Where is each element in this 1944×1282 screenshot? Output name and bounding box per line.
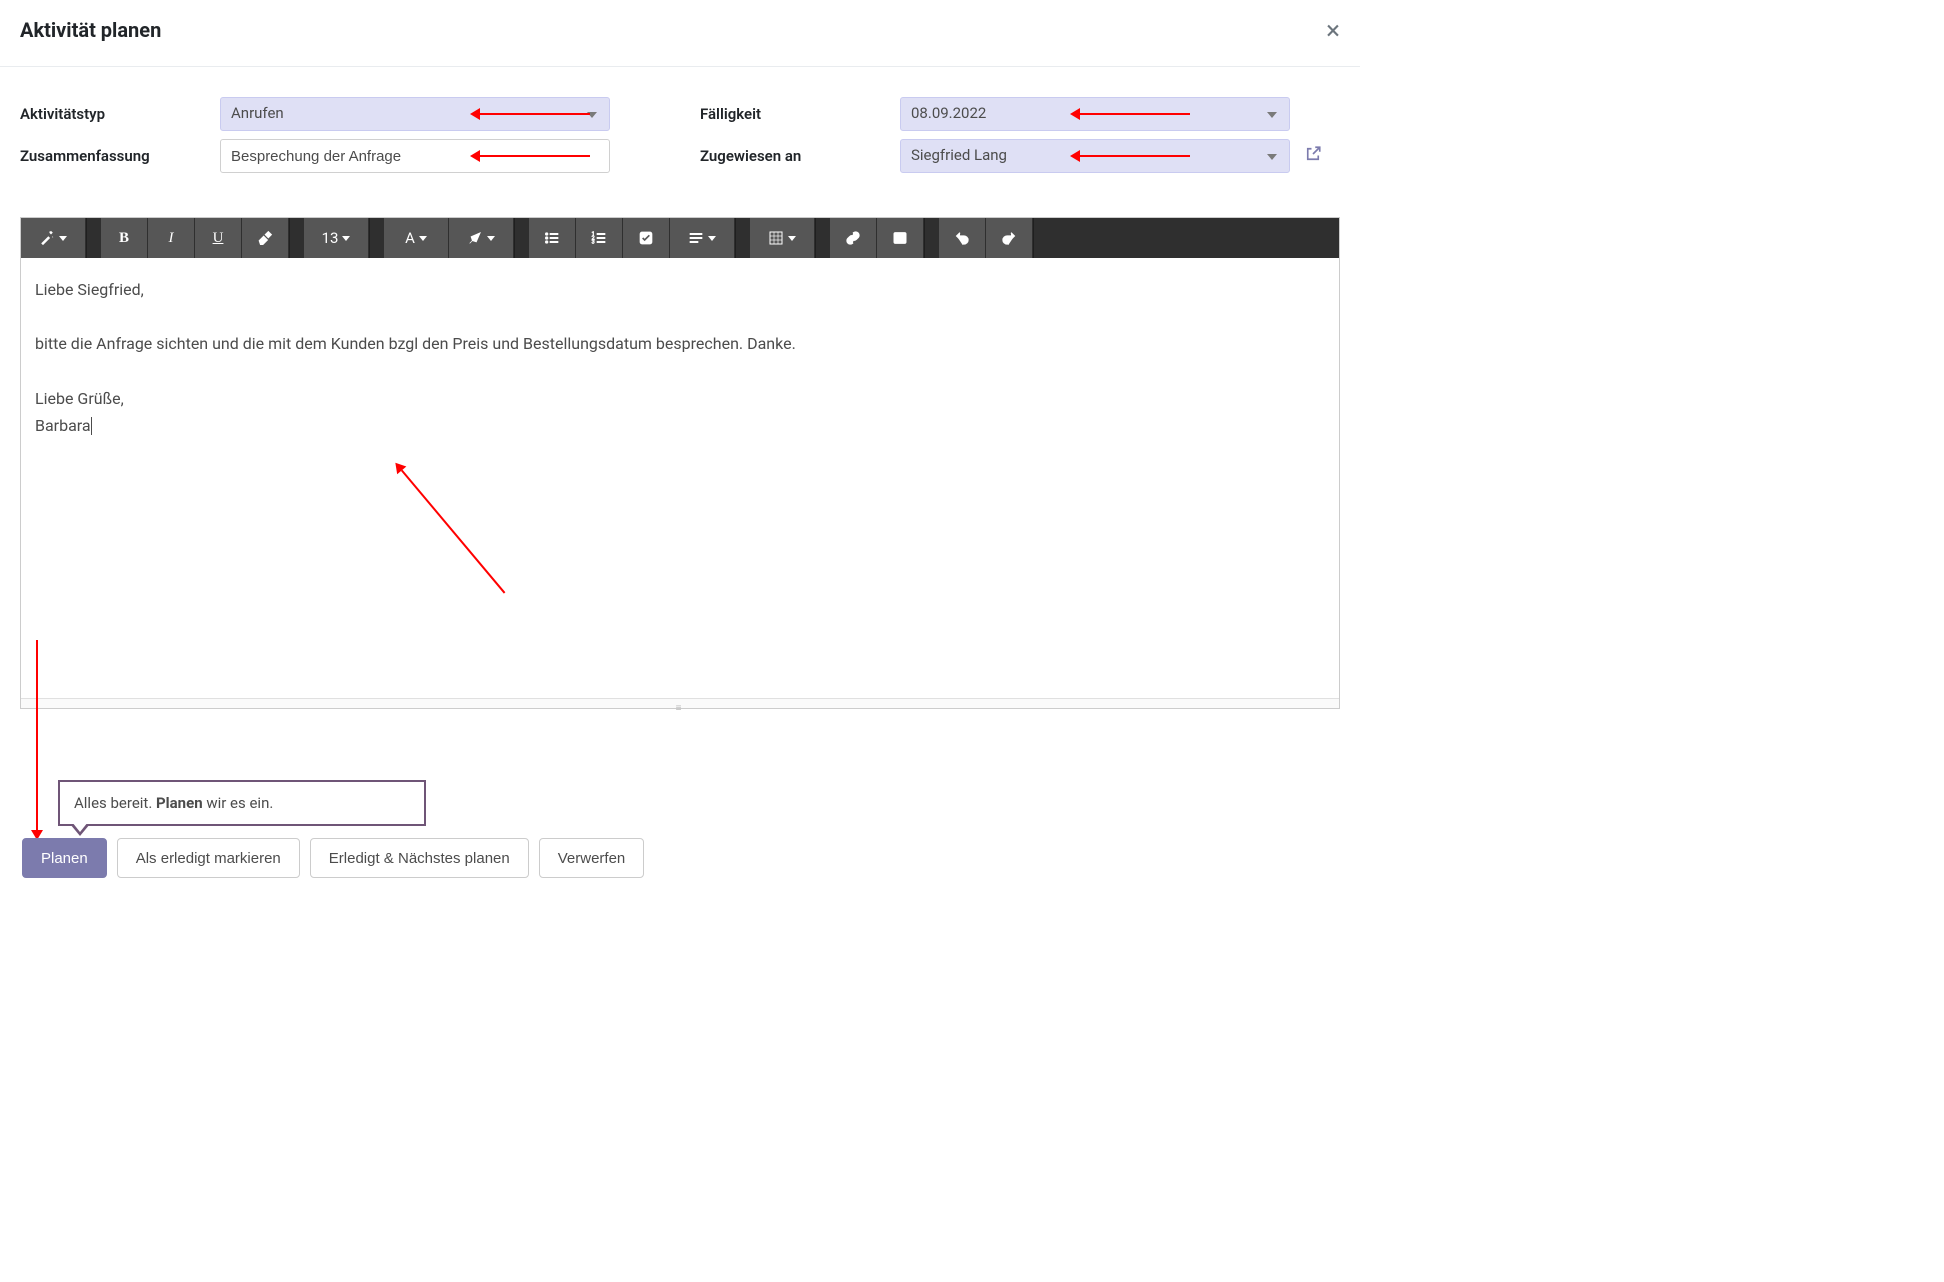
annotation-arrow xyxy=(36,640,38,830)
highlight-button[interactable] xyxy=(449,218,513,258)
annotation-arrow xyxy=(480,155,590,157)
resize-handle[interactable] xyxy=(21,698,1339,708)
form-area: Aktivitätstyp Anrufen Fälligkeit 08.09.2… xyxy=(0,67,1360,191)
editor-content[interactable]: Liebe Siegfried, bitte die Anfrage sicht… xyxy=(21,258,1339,698)
discard-button[interactable]: Verwerfen xyxy=(539,838,645,878)
font-color-letter: A xyxy=(405,229,415,247)
table-button[interactable] xyxy=(750,218,814,258)
rich-text-editor: B I U 13 A 123 xyxy=(20,217,1340,709)
editor-line: Liebe Grüße, xyxy=(35,385,1325,412)
tooltip: Alles bereit. Planen wir es ein. xyxy=(58,780,426,826)
modal-header: Aktivität planen × xyxy=(0,0,1360,67)
select-assigned-to-value: Siegfried Lang xyxy=(911,146,1007,164)
unordered-list-button[interactable] xyxy=(529,218,575,258)
plan-button[interactable]: Planen xyxy=(22,838,107,878)
done-and-next-button[interactable]: Erledigt & Nächstes planen xyxy=(310,838,529,878)
text-cursor xyxy=(91,417,92,435)
annotation-arrow xyxy=(1080,113,1190,115)
select-activity-type-value: Anrufen xyxy=(231,104,284,122)
modal-title: Aktivität planen xyxy=(20,18,161,42)
underline-button[interactable]: U xyxy=(195,218,241,258)
mark-done-button[interactable]: Als erledigt markieren xyxy=(117,838,300,878)
font-size-button[interactable]: 13 xyxy=(304,218,368,258)
svg-text:3: 3 xyxy=(592,239,595,245)
image-button[interactable] xyxy=(877,218,923,258)
input-due-date-value: 08.09.2022 xyxy=(911,104,986,122)
tooltip-text-bold: Planen xyxy=(156,794,203,812)
magic-wand-button[interactable] xyxy=(21,218,85,258)
editor-line: bitte die Anfrage sichten und die mit de… xyxy=(35,330,1325,357)
label-activity-type: Aktivitätstyp xyxy=(20,105,220,123)
label-assigned-to: Zugewiesen an xyxy=(700,147,900,165)
external-link-icon[interactable] xyxy=(1304,145,1322,168)
annotation-arrow xyxy=(1080,155,1190,157)
editor-line: Barbara xyxy=(35,416,91,435)
font-color-button[interactable]: A xyxy=(384,218,448,258)
annotation-arrow xyxy=(480,113,590,115)
editor-toolbar: B I U 13 A 123 xyxy=(21,218,1339,258)
eraser-button[interactable] xyxy=(242,218,288,258)
label-due-date: Fälligkeit xyxy=(700,105,900,123)
editor-line: Liebe Siegfried, xyxy=(35,276,1325,303)
ordered-list-button[interactable]: 123 xyxy=(576,218,622,258)
link-button[interactable] xyxy=(830,218,876,258)
bold-button[interactable]: B xyxy=(101,218,147,258)
italic-button[interactable]: I xyxy=(148,218,194,258)
tooltip-text-post: wir es ein. xyxy=(203,794,274,812)
paragraph-button[interactable] xyxy=(670,218,734,258)
font-size-value: 13 xyxy=(322,229,339,247)
modal-footer: Planen Als erledigt markieren Erledigt &… xyxy=(22,838,644,878)
tooltip-text-pre: Alles bereit. xyxy=(74,794,156,812)
label-summary: Zusammenfassung xyxy=(20,147,220,165)
undo-button[interactable] xyxy=(939,218,985,258)
close-icon[interactable]: × xyxy=(1326,18,1340,44)
redo-button[interactable] xyxy=(986,218,1032,258)
checklist-button[interactable] xyxy=(623,218,669,258)
